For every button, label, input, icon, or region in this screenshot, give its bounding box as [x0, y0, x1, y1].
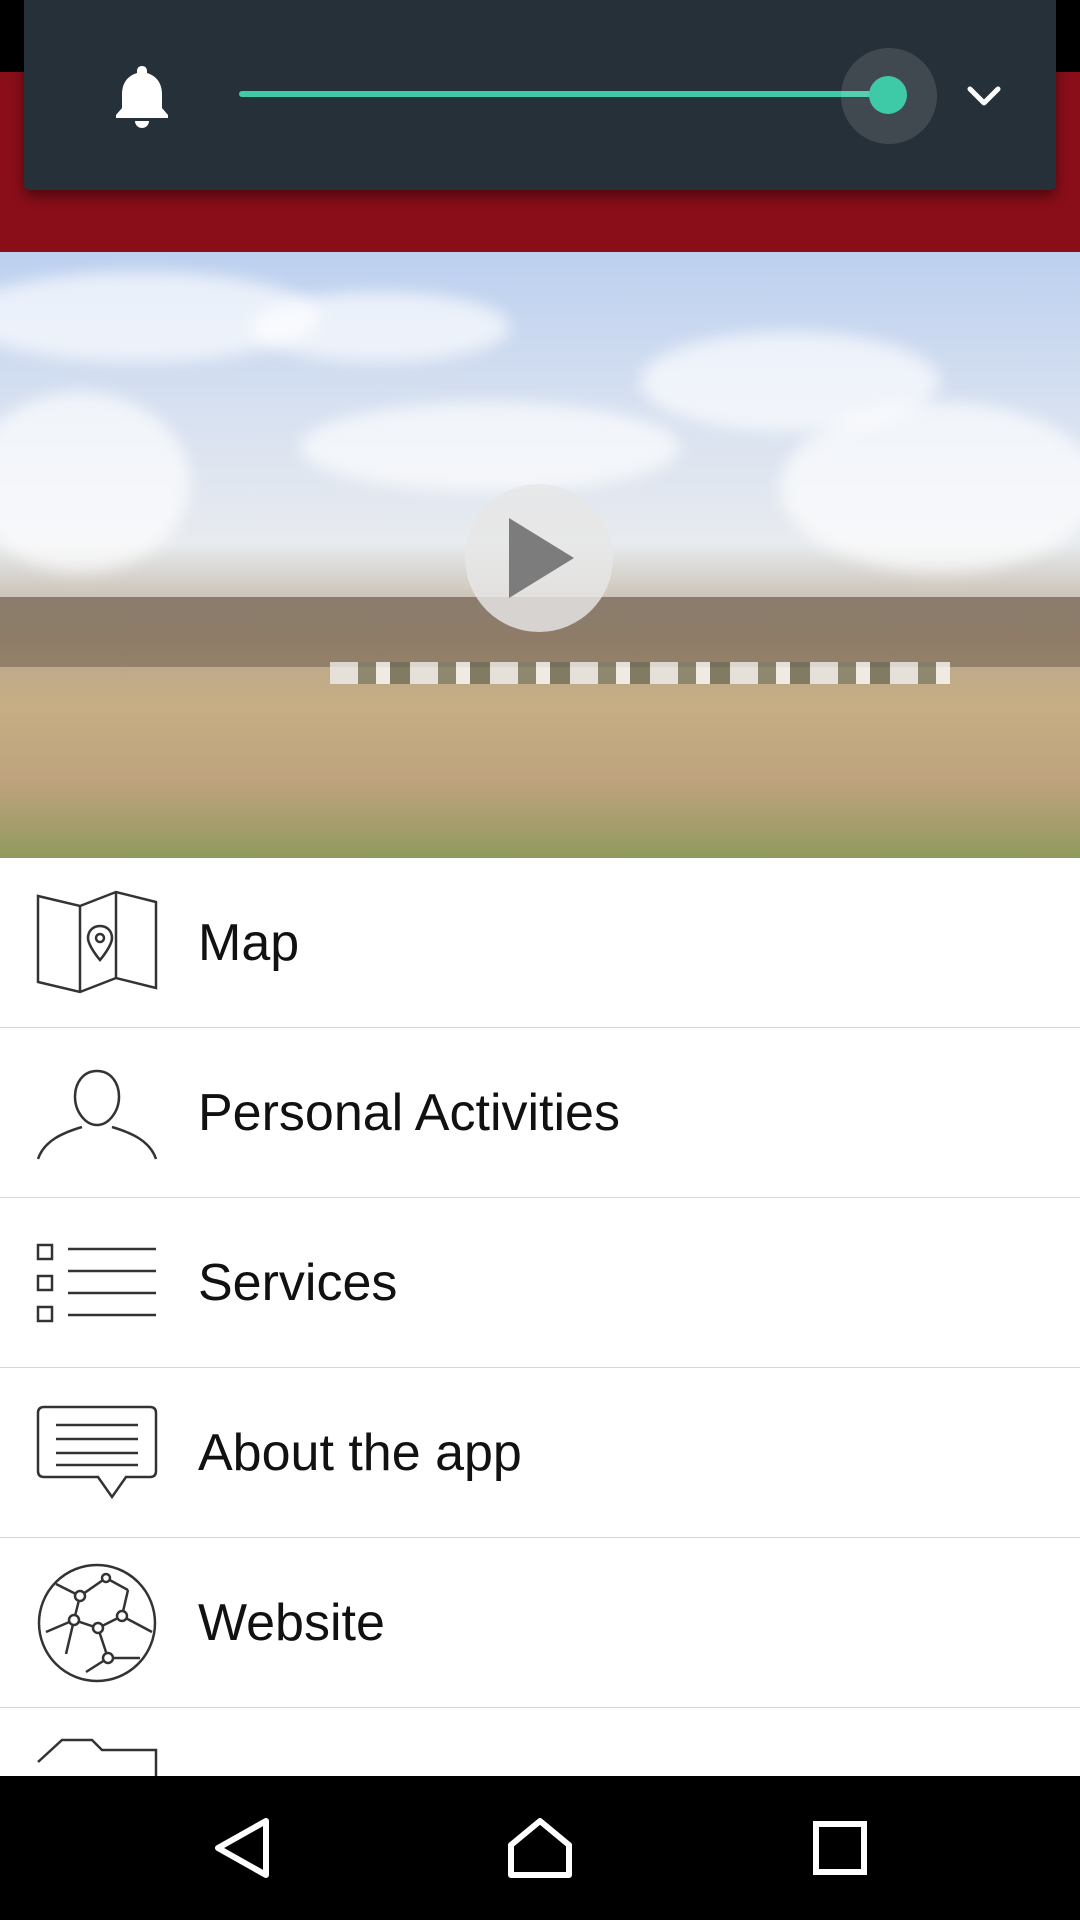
video-player[interactable] [0, 252, 1080, 858]
collapse-button[interactable] [954, 74, 1014, 118]
menu-item-partial[interactable] [0, 1708, 1080, 1776]
person-icon [36, 1069, 158, 1159]
bell-icon[interactable] [112, 62, 172, 128]
menu-item-website[interactable]: Website [0, 1538, 1080, 1708]
recents-icon [813, 1821, 867, 1875]
chevron-down-icon [967, 86, 1001, 106]
menu-item-personal-activities[interactable]: Personal Activities [0, 1028, 1080, 1198]
menu-item-label: Website [198, 1593, 385, 1652]
back-icon [215, 1818, 269, 1878]
chat-icon [36, 1405, 158, 1499]
village [330, 662, 950, 684]
list-icon [36, 1243, 156, 1322]
map-icon [36, 890, 158, 993]
play-button[interactable] [465, 484, 613, 632]
globe-icon [37, 1563, 157, 1682]
volume-slider-track[interactable] [239, 91, 889, 97]
volume-slider-thumb[interactable] [869, 76, 907, 114]
home-icon [508, 1818, 572, 1878]
menu-item-label: About the app [198, 1423, 522, 1482]
play-icon [509, 518, 574, 598]
menu-item-map[interactable]: Map [0, 858, 1080, 1028]
menu-item-label: Personal Activities [198, 1083, 620, 1142]
menu-item-label: Map [198, 913, 300, 972]
navigation-bar [0, 1776, 1080, 1920]
menu-item-about-the-app[interactable]: About the app [0, 1368, 1080, 1538]
menu-item-label: Services [198, 1253, 398, 1312]
recents-button[interactable] [760, 1776, 920, 1920]
volume-panel [24, 0, 1056, 190]
menu-list: Map Personal Activities Services About t… [0, 858, 1080, 1776]
menu-item-services[interactable]: Services [0, 1198, 1080, 1368]
back-button[interactable] [162, 1776, 322, 1920]
home-button[interactable] [460, 1776, 620, 1920]
folder-icon [37, 1738, 158, 1776]
